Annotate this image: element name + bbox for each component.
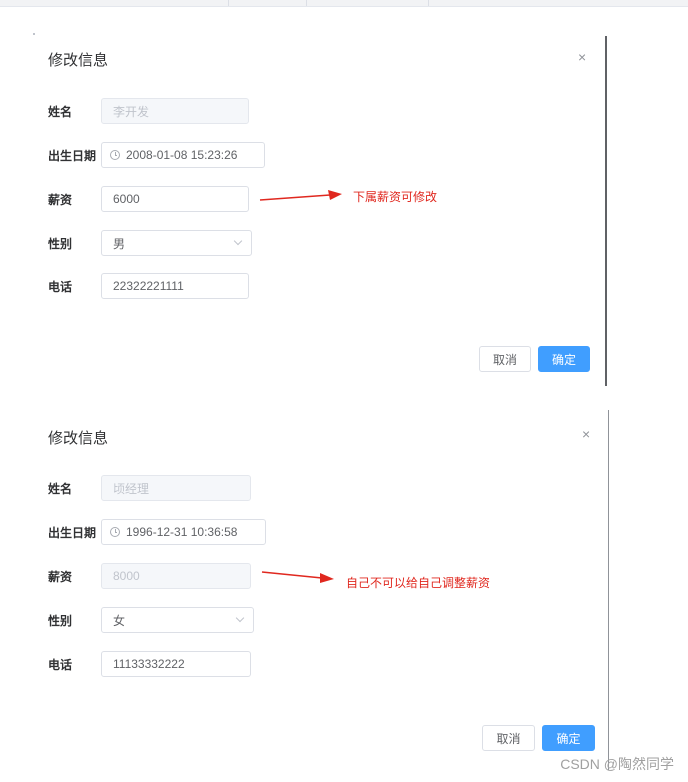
form-row-name: 姓名 顷经理 [48,474,251,502]
form-row-phone: 电话 11133332222 [48,650,251,678]
birthdate-label: 出生日期 [48,148,97,163]
name-value: 李开发 [113,104,150,119]
name-label: 姓名 [48,104,73,119]
edit-info-dialog-self: 修改信息 × 姓名 顷经理 出生日期 1996-12-31 10:36:58 薪… [0,390,610,782]
gender-select[interactable]: 男 [101,230,252,256]
salary-input[interactable]: 6000 [101,186,249,212]
dialog-edge [605,36,607,386]
annotation-arrow [259,190,342,201]
cancel-button[interactable]: 取消 [479,346,531,372]
gender-select[interactable]: 女 [101,607,254,633]
clock-icon [110,150,120,160]
birthdate-picker[interactable]: 2008-01-08 15:23:26 [101,142,265,168]
phone-value: 22322221111 [113,279,184,293]
form-row-gender: 性别 男 [48,229,252,257]
watermark: CSDN @陶然同学 [560,756,674,772]
form-row-salary: 薪资 6000 [48,185,249,213]
edit-info-dialog-subordinate: 修改信息 × 姓名 李开发 出生日期 2008-01-08 15:23:26 薪… [0,0,610,390]
cancel-button[interactable]: 取消 [482,725,535,751]
gender-label: 性别 [48,613,73,628]
chevron-down-icon [233,236,243,246]
phone-input[interactable]: 11133332222 [101,651,251,677]
birthdate-label: 出生日期 [48,525,97,540]
gender-label: 性别 [48,236,73,251]
annotation-text: 自己不可以给自己调整薪资 [346,576,491,590]
annotation-text: 下属薪资可修改 [353,190,438,204]
gender-value: 男 [113,236,126,251]
form-row-gender: 性别 女 [48,606,254,634]
clock-icon [110,527,120,537]
phone-input[interactable]: 22322221111 [101,273,249,299]
close-icon[interactable]: × [582,427,590,441]
form-row-birthdate: 出生日期 2008-01-08 15:23:26 [48,141,265,169]
name-value: 顷经理 [113,481,150,496]
salary-label: 薪资 [48,569,73,584]
dialog-edge [608,410,609,770]
birthdate-picker[interactable]: 1996-12-31 10:36:58 [101,519,266,545]
gender-value: 女 [113,613,126,628]
phone-label: 电话 [48,279,73,294]
chevron-down-icon [235,613,245,623]
close-icon[interactable]: × [578,50,586,64]
form-row-name: 姓名 李开发 [48,97,249,125]
name-label: 姓名 [48,481,73,496]
birthdate-value: 1996-12-31 10:36:58 [126,525,238,539]
form-row-birthdate: 出生日期 1996-12-31 10:36:58 [48,518,266,546]
salary-value: 8000 [113,569,140,583]
form-row-salary: 薪资 8000 [48,562,251,590]
form-row-phone: 电话 22322221111 [48,272,249,300]
salary-label: 薪资 [48,192,73,207]
dialog-title: 修改信息 [48,52,109,69]
confirm-button[interactable]: 确定 [538,346,590,372]
confirm-button[interactable]: 确定 [542,725,595,751]
birthdate-value: 2008-01-08 15:23:26 [126,148,238,162]
salary-value: 6000 [113,192,140,206]
annotation-arrow [261,571,334,583]
salary-input[interactable]: 8000 [101,563,251,589]
phone-value: 11133332222 [113,657,185,671]
name-input[interactable]: 顷经理 [101,475,251,501]
name-input[interactable]: 李开发 [101,98,249,124]
phone-label: 电话 [48,657,73,672]
dialog-title: 修改信息 [48,430,109,447]
